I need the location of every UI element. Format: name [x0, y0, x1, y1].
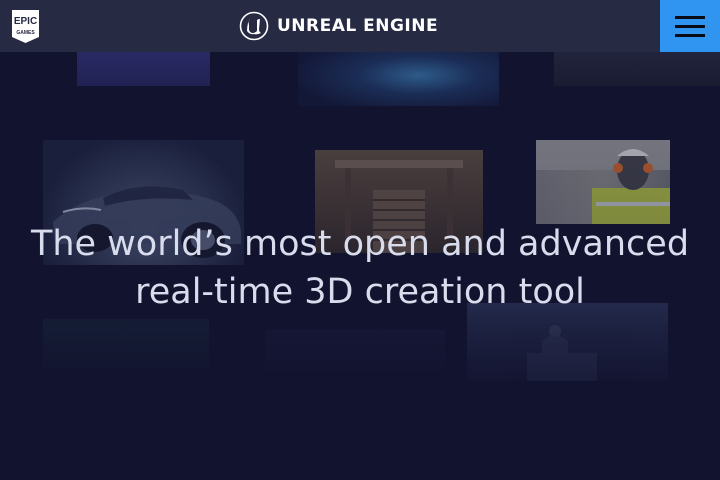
hero-headline: The world’s most open and advanced real-… [0, 220, 720, 316]
unreal-engine-brand-link[interactable]: UNREAL ENGINE [239, 11, 438, 41]
svg-text:EPIC: EPIC [14, 16, 37, 27]
top-nav-bar: EPIC GAMES UNREAL ENGINE [0, 0, 720, 52]
hero-headline-line-1: The world’s most open and advanced [30, 224, 690, 264]
hamburger-menu-icon [675, 24, 705, 28]
brand-name: UNREAL ENGINE [277, 16, 439, 36]
unreal-engine-logo-icon [239, 11, 269, 41]
gallery-tile-teal-scene [43, 319, 209, 369]
hamburger-menu-icon [675, 15, 705, 19]
svg-text:GAMES: GAMES [16, 30, 35, 36]
hero-headline-line-2: real-time 3D creation tool [135, 272, 585, 312]
worker-illustration [536, 140, 670, 224]
epic-games-logo[interactable]: EPIC GAMES [10, 9, 41, 44]
hamburger-menu-icon [675, 33, 705, 37]
gallery-tile-dark-scene [265, 330, 445, 372]
menu-button[interactable] [660, 0, 720, 52]
gallery-tile-construction-worker [536, 140, 670, 224]
